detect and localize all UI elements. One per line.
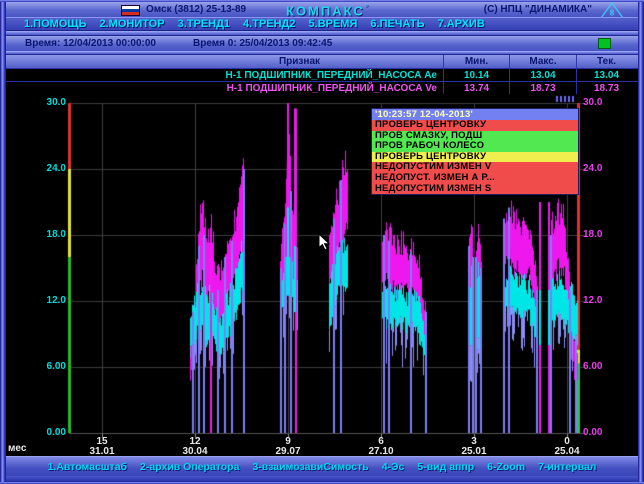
y-tick-label-left: 24.0 (28, 163, 66, 174)
mouse-cursor (318, 233, 331, 252)
alarm-item: ПРОВЕРЬ ЦЕНТРОВКУ (372, 120, 578, 131)
y-axis-right-title: Ve ММ/С (609, 192, 620, 342)
y-tick-label-right: 18.0 (583, 229, 621, 240)
y-tick-label-left: 0.00 (28, 427, 66, 438)
x-tick-label: 627.10 (356, 437, 406, 457)
y-tick-label-left: 30.0 (28, 97, 66, 108)
frame-edge (0, 0, 644, 2)
bottom-menu-item[interactable]: 3-взаимозавиСимость (252, 461, 368, 473)
bottom-menu-item[interactable]: 1.Автомасштаб (48, 461, 127, 473)
bottom-menu-item[interactable]: 2-архив Оператора (140, 461, 239, 473)
alarm-item: НЕДОПУСТ. ИЗМЕН А Р... (372, 173, 578, 184)
bottom-menu-item[interactable]: 6-Zoom (487, 461, 525, 473)
frame-edge (0, 0, 6, 484)
x-tick-label: 325.01 (449, 437, 499, 457)
y-tick-label-left: 18.0 (28, 229, 66, 240)
y-tick-label-right: 6.00 (583, 361, 621, 372)
x-tick-label: 025.04 (542, 437, 592, 457)
bottom-menu-item[interactable]: 4-Эс (382, 461, 405, 473)
y-tick-label-right: 30.0 (583, 97, 621, 108)
y-tick-label-right: 24.0 (583, 163, 621, 174)
y-tick-label-left: 12.0 (28, 295, 66, 306)
frame-edge (638, 0, 644, 484)
kompaks-window: Омск (3812) 25-13-89 КОМПАКС° (С) НПЦ "Д… (0, 0, 644, 484)
x-tick-label: 1230.04 (170, 437, 220, 457)
alarm-item: НЕДОПУСТИМ ИЗМЕН S (372, 184, 578, 195)
bottom-menu-item[interactable]: 5-вид аппр (417, 461, 474, 473)
x-axis-unit-label: мес (8, 443, 26, 454)
y-tick-label-right: 12.0 (583, 295, 621, 306)
x-tick-label: 929.07 (263, 437, 313, 457)
alarm-panel: '10:23:57 12-04-2013' ПРОВЕРЬ ЦЕНТРОВКУП… (371, 108, 579, 195)
bottom-menu-item[interactable]: 7-интервал (538, 461, 596, 473)
bottom-menu: 1.Автомасштаб 2-архив Оператора 3-взаимоза… (6, 456, 638, 476)
y-tick-label-left: 6.00 (28, 361, 66, 372)
y-axis-left-title: Ае М/С2 (31, 192, 42, 342)
x-tick-label: 1531.01 (77, 437, 127, 457)
